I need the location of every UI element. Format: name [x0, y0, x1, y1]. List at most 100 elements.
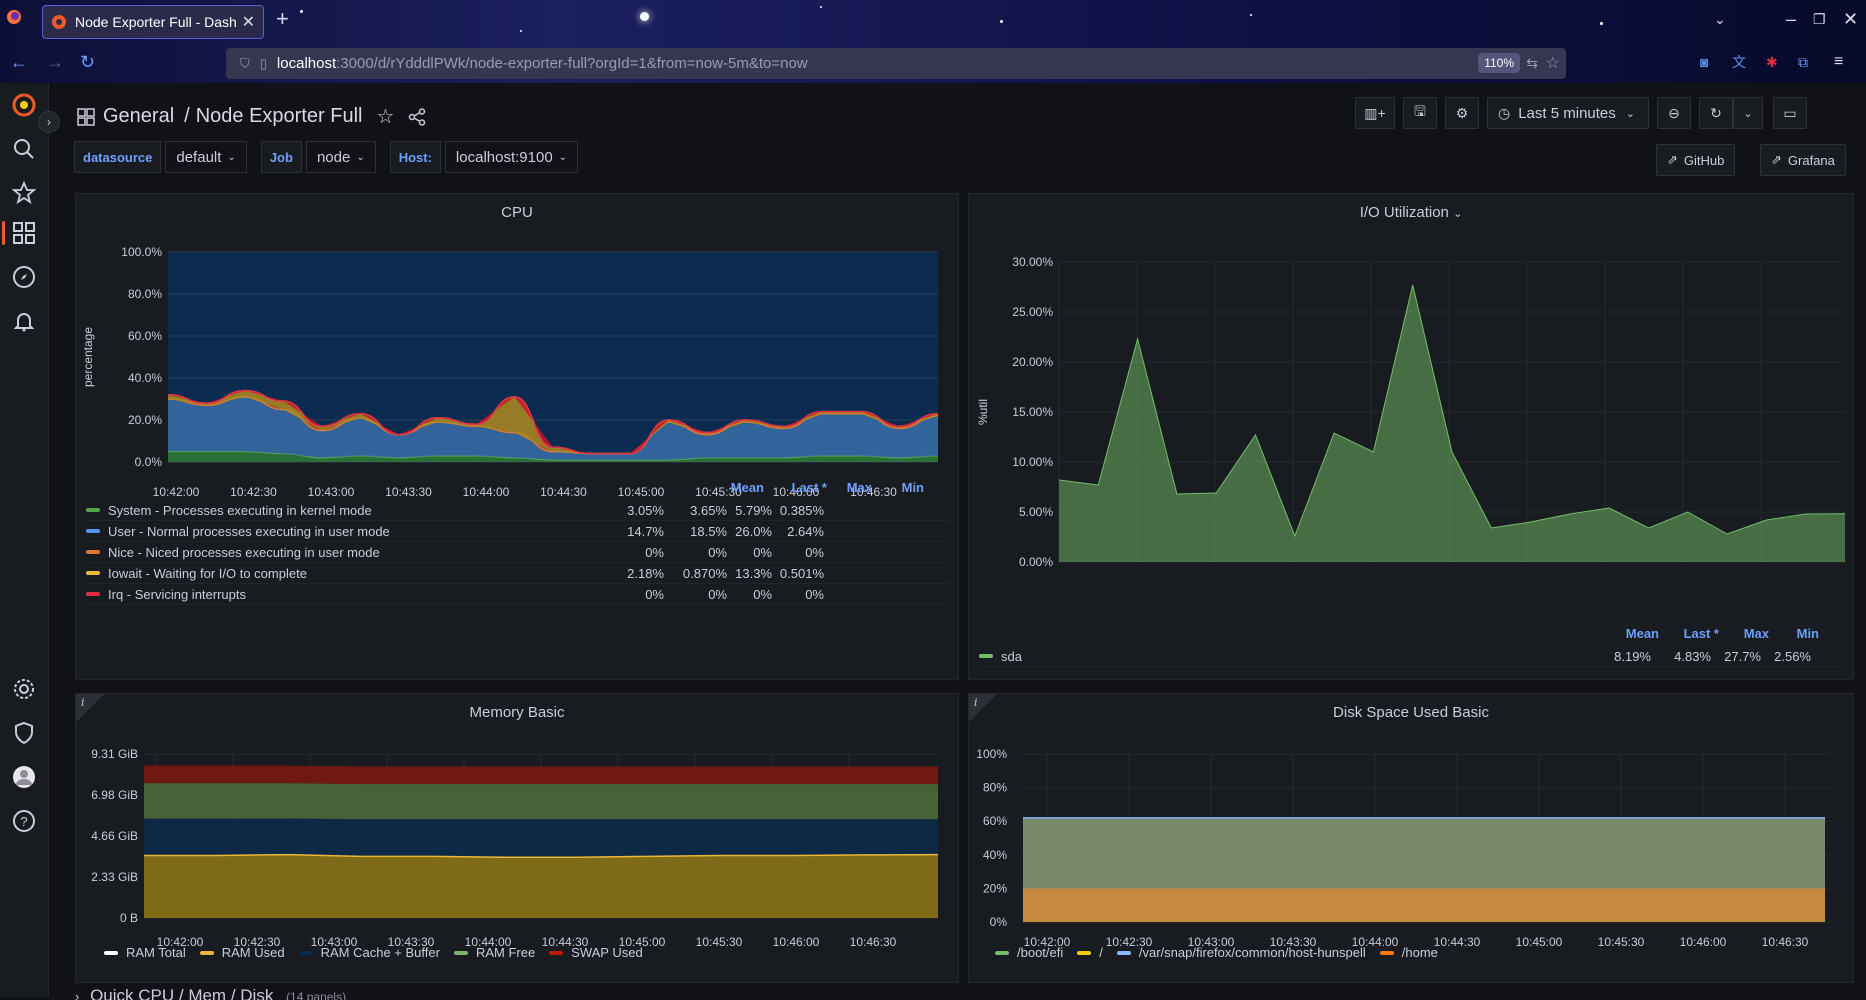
- page-title[interactable]: Node Exporter Full: [196, 105, 363, 128]
- panel-title[interactable]: CPU: [76, 204, 958, 221]
- value-max: 26.0%: [735, 523, 772, 539]
- cpu-legend-table: System - Processes executing in kernel m…: [86, 500, 950, 610]
- page-icon: ▯: [259, 55, 267, 71]
- save-dashboard-button[interactable]: 🖫: [1403, 97, 1437, 129]
- legend-item[interactable]: RAM Cache + Buffer: [298, 945, 440, 960]
- chevron-down-icon: ⌄: [1625, 107, 1635, 120]
- extension-icon[interactable]: ✱: [1766, 52, 1778, 72]
- swap-used-area: [144, 765, 938, 785]
- dashboard-settings-button[interactable]: ⚙: [1445, 97, 1479, 129]
- legend-item[interactable]: /home: [1379, 945, 1438, 960]
- browser-tab[interactable]: Node Exporter Full - Dash ✕: [42, 5, 264, 39]
- memory-basic-panel[interactable]: i Memory Basic 9.31 GiB 6.98 GiB 4.66 GiB 2…: [75, 693, 959, 983]
- series-name: User - Normal processes executing in use…: [108, 523, 390, 539]
- server-admin-shield-icon[interactable]: [12, 721, 36, 745]
- tv-mode-button[interactable]: ▭: [1773, 97, 1807, 129]
- reload-icon[interactable]: ↻: [80, 52, 95, 72]
- github-link[interactable]: ⇗ GitHub: [1656, 144, 1736, 176]
- url-bar[interactable]: ⛉ ▯ localhost:3000/d/rYdddlPWk/node-expo…: [226, 48, 1566, 79]
- add-panel-button[interactable]: ▥+: [1355, 97, 1395, 129]
- series-name: /home: [1401, 945, 1438, 960]
- collapsed-row-header[interactable]: › Quick CPU / Mem / Disk (14 panels): [75, 986, 1866, 1000]
- close-tab-icon[interactable]: ✕: [242, 12, 255, 32]
- search-icon[interactable]: [12, 137, 36, 161]
- new-tab-icon[interactable]: +: [276, 8, 289, 30]
- time-picker-button[interactable]: ◷ Last 5 minutes ⌄: [1487, 97, 1649, 129]
- x-tick-label: 10:44:30: [540, 485, 587, 499]
- maximize-icon[interactable]: ❐: [1813, 9, 1826, 29]
- legend-item[interactable]: RAM Total: [104, 945, 186, 960]
- variable-select-datasource[interactable]: default ⌄: [165, 141, 247, 173]
- y-tick-label: 60.0%: [128, 329, 162, 343]
- x-tick-label: 10:42:00: [153, 485, 200, 499]
- io-utilization-panel[interactable]: I/O Utilization ⌄ 30.00% 25.00% 20.00% 15.0…: [968, 193, 1854, 680]
- zoom-out-button[interactable]: ⊖: [1657, 97, 1691, 129]
- cpu-panel[interactable]: CPU 100.0% 80.0% 60.0% 40.0% 20.0% 0.0% percen…: [75, 193, 959, 680]
- cpu-chart[interactable]: 100.0% 80.0% 60.0% 40.0% 20.0% 0.0% percentage…: [76, 224, 960, 524]
- legend-item[interactable]: /boot/efi: [995, 945, 1063, 960]
- monitor-icon: ▭: [1783, 104, 1797, 121]
- bookmark-star-icon[interactable]: ☆: [1546, 53, 1560, 73]
- variable-select-job[interactable]: node ⌄: [305, 141, 376, 173]
- help-icon[interactable]: ?: [12, 809, 36, 833]
- share-icon[interactable]: [408, 107, 426, 126]
- disk-space-panel[interactable]: i Disk Space Used Basic 100% 80% 60% 40% 20%…: [968, 693, 1854, 983]
- col-max[interactable]: Max: [1717, 626, 1769, 641]
- col-last[interactable]: Last *: [1661, 626, 1719, 641]
- starred-icon[interactable]: [12, 181, 36, 205]
- external-link-icon: ⇗: [1667, 152, 1678, 167]
- panel-title[interactable]: Disk Space Used Basic: [969, 704, 1853, 721]
- col-mean[interactable]: Mean: [706, 480, 764, 495]
- variable-select-host[interactable]: localhost:9100 ⌄: [444, 141, 579, 173]
- alerting-bell-icon[interactable]: [12, 309, 36, 333]
- legend-item[interactable]: RAM Free: [453, 945, 535, 960]
- zoom-badge[interactable]: 110%: [1478, 53, 1520, 73]
- legend-item[interactable]: SWAP Used: [549, 945, 643, 960]
- x-tick-label: 10:45:30: [696, 935, 743, 949]
- panel-title[interactable]: I/O Utilization ⌄: [969, 204, 1853, 221]
- configuration-gear-icon[interactable]: [12, 677, 36, 701]
- legend-row[interactable]: Iowait - Waiting for I/O to complete 2.18…: [86, 563, 950, 584]
- legend-row[interactable]: System - Processes executing in kernel m…: [86, 500, 950, 521]
- firefox-menu-icon[interactable]: [6, 9, 22, 25]
- memory-chart[interactable]: 9.31 GiB6.98 GiB4.66 GiB2.33 GiB0 B10:42…: [76, 724, 960, 964]
- col-mean[interactable]: Mean: [1599, 626, 1659, 641]
- favorite-star-icon[interactable]: ☆: [376, 104, 394, 129]
- memory-legend: RAM Total RAM Used RAM Cache + Buffer RAM F…: [104, 945, 657, 960]
- col-max[interactable]: Max: [820, 480, 872, 495]
- legend-row-sda[interactable]: sda 8.19% 4.83% 27.7% 2.56%: [979, 646, 1845, 667]
- translate-icon[interactable]: ⇆: [1526, 55, 1538, 72]
- breadcrumb-folder[interactable]: General: [103, 105, 174, 128]
- legend-item[interactable]: /: [1077, 945, 1103, 960]
- legend-item[interactable]: RAM Used: [199, 945, 285, 960]
- dashboards-icon[interactable]: [12, 221, 36, 245]
- close-window-icon[interactable]: ✕: [1843, 9, 1858, 29]
- forward-icon[interactable]: →: [46, 52, 64, 72]
- user-avatar-icon[interactable]: [12, 765, 36, 789]
- translate-extension-icon[interactable]: 文: [1732, 52, 1746, 72]
- col-min[interactable]: Min: [1767, 626, 1819, 641]
- pocket-icon[interactable]: ◙: [1700, 52, 1708, 72]
- io-chart[interactable]: 30.00% 25.00% 20.00% 15.00% 10.00% 5.00% 0.00%…: [969, 224, 1855, 604]
- app-menu-icon[interactable]: ≡: [1834, 52, 1843, 72]
- explore-compass-icon[interactable]: [12, 265, 36, 289]
- panel-title[interactable]: Memory Basic: [76, 704, 958, 721]
- col-last[interactable]: Last *: [769, 480, 827, 495]
- y-tick-label: 80%: [983, 781, 1007, 795]
- refresh-button[interactable]: ↻: [1699, 97, 1733, 129]
- col-min[interactable]: Min: [872, 480, 924, 495]
- minimize-icon[interactable]: ‒: [1786, 9, 1796, 29]
- back-icon[interactable]: ←: [10, 52, 28, 72]
- grafana-link[interactable]: ⇗ Grafana: [1760, 144, 1846, 176]
- list-tabs-icon[interactable]: ⌄: [1714, 9, 1726, 29]
- value-mean: 8.19%: [1614, 648, 1651, 664]
- disk-chart[interactable]: 100%80%60%40%20%0%10:42:00 10:42:30 10:43:…: [969, 724, 1855, 964]
- legend-row[interactable]: Nice - Niced processes executing in user…: [86, 542, 950, 563]
- legend-row[interactable]: User - Normal processes executing in use…: [86, 521, 950, 542]
- legend-row[interactable]: Irq - Servicing interrupts 0% 0% 0% 0%: [86, 584, 950, 605]
- series-swatch: [995, 950, 1009, 955]
- legend-item[interactable]: /var/snap/firefox/common/host-hunspell: [1116, 945, 1366, 960]
- refresh-interval-button[interactable]: ⌄: [1733, 97, 1763, 129]
- grafana-logo-icon[interactable]: [12, 93, 36, 117]
- extensions-puzzle-icon[interactable]: ⧉: [1798, 52, 1808, 72]
